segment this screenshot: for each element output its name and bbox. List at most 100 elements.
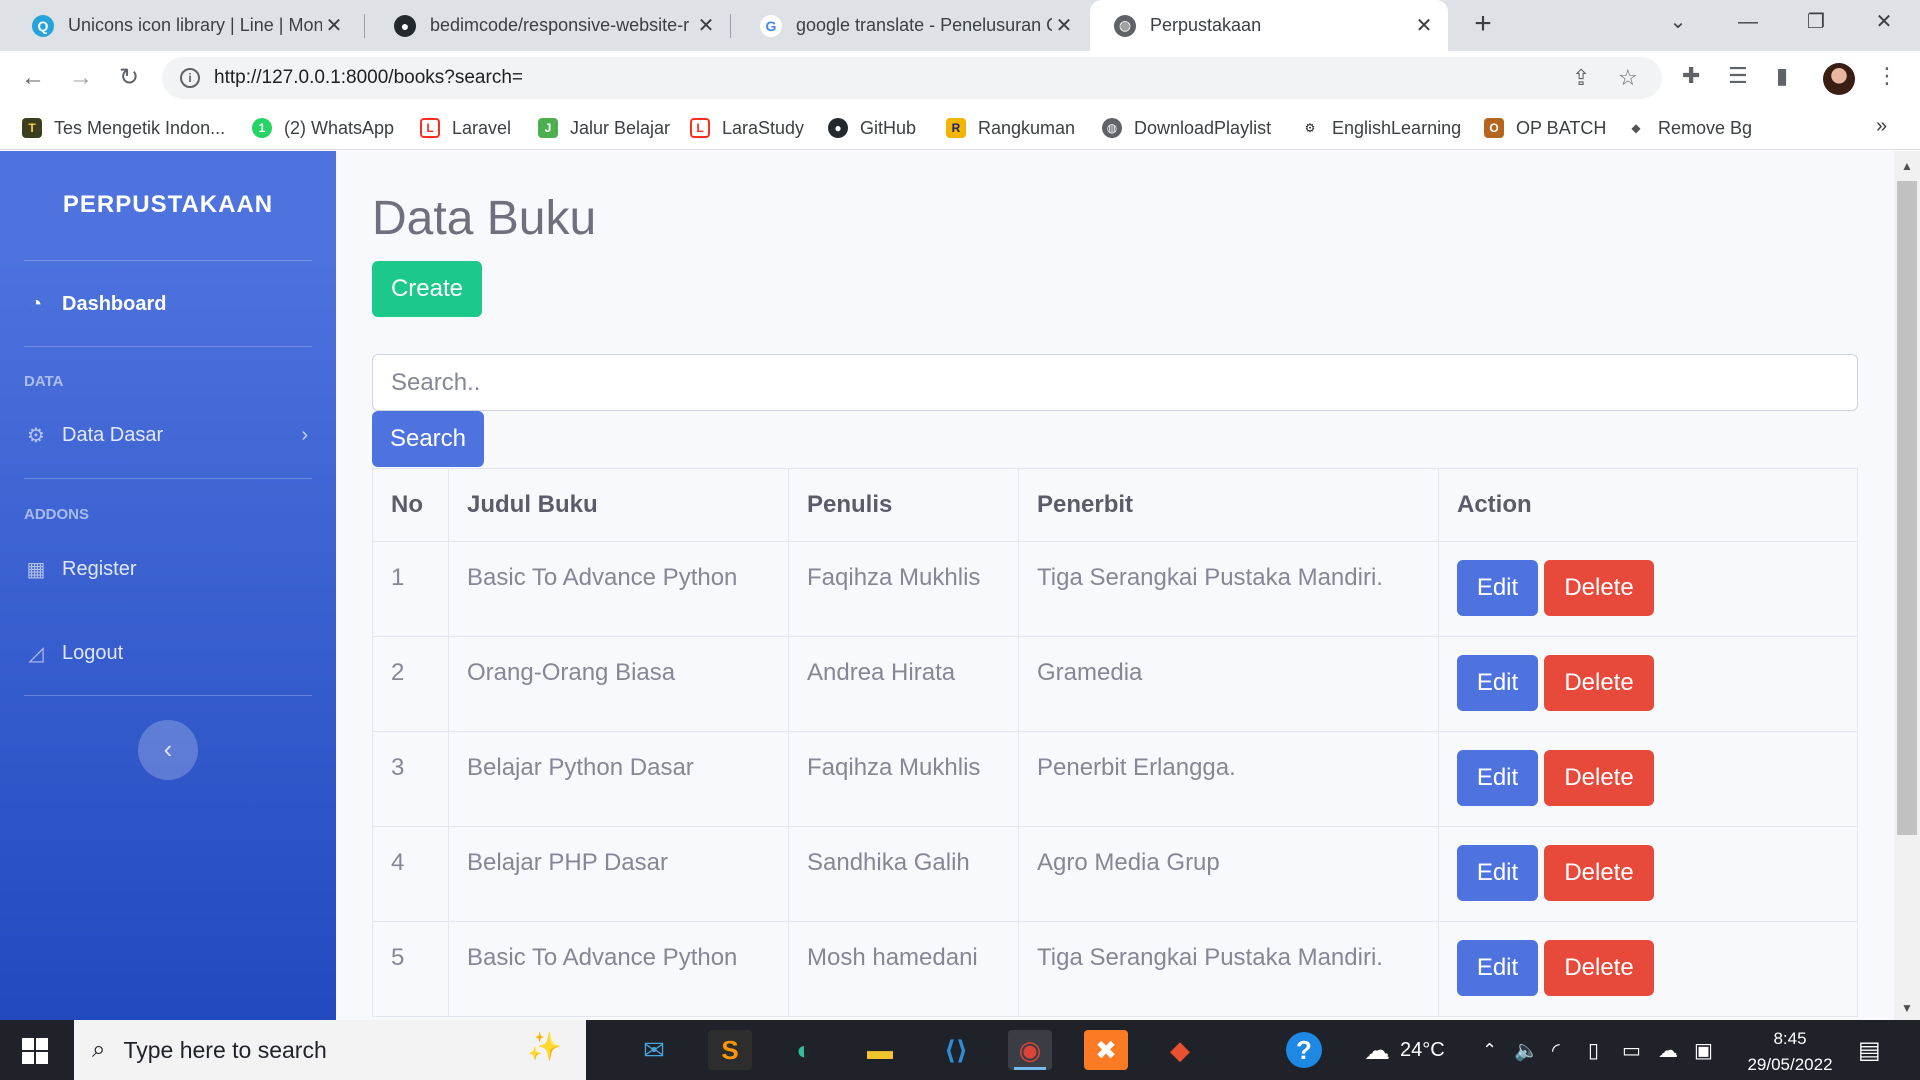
- bike-icon: ⚙: [1300, 118, 1320, 138]
- browser-tab-strip: Q Unicons icon library | Line | Monc ✕ ●…: [0, 0, 1920, 51]
- bookmark-item[interactable]: ⚙ EnglishLearning: [1300, 114, 1461, 142]
- close-icon[interactable]: ✕: [1052, 13, 1076, 38]
- tab-search-chevron-icon[interactable]: ⌄: [1648, 0, 1708, 44]
- window-close-icon[interactable]: ✕: [1854, 0, 1914, 44]
- sublime-text-icon[interactable]: S: [708, 1030, 752, 1070]
- onedrive-cloud-icon[interactable]: ☁: [1658, 1020, 1678, 1080]
- delete-button[interactable]: Delete: [1544, 940, 1654, 996]
- column-header-penulis: Penulis: [788, 468, 1019, 542]
- delete-button[interactable]: Delete: [1544, 655, 1654, 711]
- sidebar-item-dashboard[interactable]: ◔ Dashboard: [24, 286, 312, 322]
- scrollbar-thumb[interactable]: [1897, 181, 1917, 835]
- search-input[interactable]: [372, 354, 1858, 411]
- mail-icon[interactable]: ✉: [632, 1030, 676, 1070]
- bookmark-item[interactable]: ● GitHub: [828, 114, 916, 142]
- tray-chevron-up-icon[interactable]: ⌃: [1482, 1020, 1497, 1080]
- delete-button[interactable]: Delete: [1544, 845, 1654, 901]
- back-arrow-icon[interactable]: ←: [16, 61, 50, 95]
- sidebar-item-register[interactable]: ▦ Register: [24, 551, 312, 587]
- bookmark-item[interactable]: 1 (2) WhatsApp: [252, 114, 394, 142]
- vscode-icon[interactable]: ⟨⟩: [934, 1030, 978, 1070]
- file-explorer-icon[interactable]: ▬: [858, 1030, 902, 1070]
- bookmark-star-icon[interactable]: ☆: [1618, 65, 1638, 91]
- minimize-icon[interactable]: —: [1718, 0, 1778, 44]
- bookmark-item[interactable]: T Tes Mengetik Indon...: [22, 114, 225, 142]
- reading-list-icon[interactable]: ☰: [1728, 63, 1748, 89]
- tab-google[interactable]: G google translate - Penelusuran G ✕: [736, 0, 1088, 51]
- sidebar-item-data-dasar[interactable]: ⚙ Data Dasar ›: [24, 417, 312, 453]
- device-icon[interactable]: ▯: [1588, 1020, 1599, 1080]
- side-panel-icon[interactable]: ▮: [1776, 63, 1788, 89]
- cell-no: 1: [372, 541, 449, 637]
- notification-icon[interactable]: ▤: [1858, 1036, 1881, 1065]
- close-icon[interactable]: ✕: [322, 13, 346, 38]
- cell-penulis: Mosh hamedani: [788, 921, 1019, 1017]
- volume-icon[interactable]: 🔈: [1514, 1020, 1539, 1080]
- bookmarks-overflow-button[interactable]: »: [1876, 115, 1887, 138]
- taskbar-search-placeholder: Type here to search: [123, 1036, 327, 1063]
- url-text[interactable]: http://127.0.0.1:8000/books?search=: [214, 67, 523, 89]
- tab-title: bedimcode/responsive-website-r: [430, 15, 690, 35]
- close-icon[interactable]: ✕: [1412, 13, 1436, 38]
- edit-button[interactable]: Edit: [1457, 655, 1538, 711]
- menu-kebab-icon[interactable]: ⋮: [1876, 63, 1898, 89]
- xampp-icon[interactable]: ✖: [1084, 1030, 1128, 1070]
- edit-button[interactable]: Edit: [1457, 845, 1538, 901]
- bookmark-item[interactable]: J Jalur Belajar: [538, 114, 670, 142]
- bookmark-item[interactable]: O OP BATCH: [1484, 114, 1606, 142]
- search-highlight-icon: ✨: [527, 1031, 562, 1062]
- sidebar-item-logout[interactable]: ◿ Logout: [24, 635, 312, 671]
- extensions-puzzle-icon[interactable]: ✚: [1682, 63, 1700, 89]
- cell-judul: Basic To Advance Python: [448, 541, 789, 637]
- git-icon[interactable]: ◆: [1158, 1030, 1202, 1070]
- restore-icon[interactable]: ❐: [1786, 0, 1846, 44]
- edit-button[interactable]: Edit: [1457, 560, 1538, 616]
- delete-button[interactable]: Delete: [1544, 750, 1654, 806]
- search-button[interactable]: Search: [372, 411, 484, 467]
- taskbar-search-box[interactable]: ⌕ Type here to search ✨: [74, 1020, 586, 1080]
- system-clock[interactable]: 8:45 29/05/2022: [1740, 1026, 1840, 1078]
- create-button[interactable]: Create: [372, 261, 482, 317]
- bookmark-item[interactable]: R Rangkuman: [946, 114, 1075, 142]
- sidebar-heading: DATA: [24, 373, 64, 390]
- screen-icon[interactable]: ▣: [1694, 1020, 1713, 1080]
- scroll-up-arrow-icon[interactable]: ▲: [1894, 159, 1920, 173]
- rangkuman-icon: R: [946, 118, 966, 138]
- sidebar-brand[interactable]: PERPUSTAKAAN: [0, 191, 336, 219]
- site-info-icon[interactable]: i: [180, 68, 200, 88]
- tab-unicons[interactable]: Q Unicons icon library | Line | Monc ✕: [8, 0, 358, 51]
- windows-start-icon[interactable]: [22, 1038, 48, 1064]
- address-bar[interactable]: i http://127.0.0.1:8000/books?search= ⇪ …: [162, 57, 1662, 99]
- chrome-icon[interactable]: ◉: [1008, 1030, 1052, 1070]
- profile-avatar[interactable]: [1823, 63, 1855, 95]
- scroll-down-arrow-icon[interactable]: ▼: [1894, 1001, 1920, 1015]
- tab-github[interactable]: ● bedimcode/responsive-website-r ✕: [370, 0, 730, 51]
- edge-icon[interactable]: ◐: [782, 1030, 826, 1070]
- bookmark-item[interactable]: ◆ Remove Bg: [1626, 114, 1752, 142]
- github-icon: ●: [828, 118, 848, 138]
- tab-perpustakaan[interactable]: ◍ Perpustakaan ✕: [1090, 0, 1448, 51]
- bookmark-item[interactable]: L LaraStudy: [690, 114, 804, 142]
- help-icon[interactable]: ?: [1286, 1032, 1322, 1068]
- delete-button[interactable]: Delete: [1544, 560, 1654, 616]
- sidebar-divider: [24, 695, 312, 696]
- edit-button[interactable]: Edit: [1457, 750, 1538, 806]
- new-tab-button[interactable]: +: [1466, 8, 1500, 42]
- table-row: 3 Belajar Python Dasar Faqihza Mukhlis P…: [372, 731, 1858, 827]
- close-icon[interactable]: ✕: [694, 13, 718, 38]
- sidebar-item-label: Register: [62, 557, 137, 580]
- wifi-icon[interactable]: ◜: [1552, 1020, 1560, 1080]
- larastudy-icon: L: [690, 118, 710, 138]
- bookmark-item[interactable]: L Laravel: [420, 114, 511, 142]
- forward-arrow-icon[interactable]: →: [64, 61, 98, 95]
- bookmark-label: Jalur Belajar: [570, 117, 671, 138]
- sidebar-toggle-button[interactable]: ‹: [138, 720, 198, 780]
- search-icon: ⌕: [92, 1036, 106, 1063]
- table-row: 4 Belajar PHP Dasar Sandhika Galih Agro …: [372, 826, 1858, 922]
- bookmark-item[interactable]: ◍ DownloadPlaylist: [1102, 114, 1271, 142]
- edit-button[interactable]: Edit: [1457, 940, 1538, 996]
- reload-icon[interactable]: ↻: [112, 61, 146, 95]
- battery-icon[interactable]: ▭: [1622, 1020, 1641, 1080]
- weather-widget[interactable]: ☁ 24°C: [1364, 1020, 1445, 1080]
- share-icon[interactable]: ⇪: [1572, 65, 1590, 91]
